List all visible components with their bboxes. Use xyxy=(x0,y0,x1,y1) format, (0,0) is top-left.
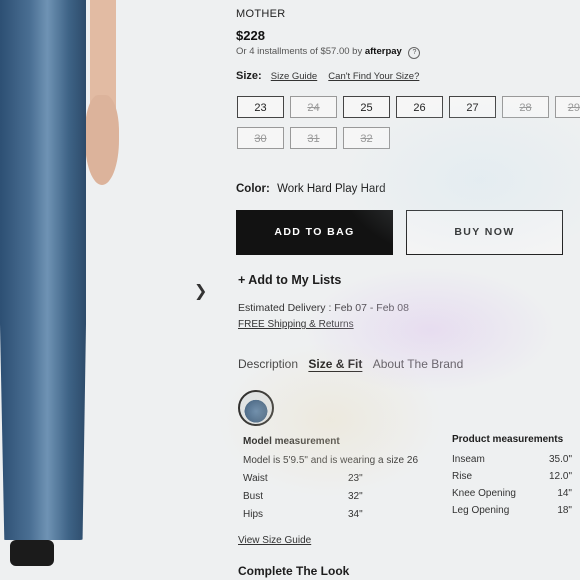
product-image[interactable] xyxy=(0,0,150,580)
info-icon[interactable]: ? xyxy=(408,47,421,59)
add-to-lists-button[interactable]: + Add to My Lists xyxy=(238,273,341,287)
size-header: Size: Size Guide Can't Find Your Size? xyxy=(236,70,427,82)
product-tabs: Description Size & Fit About The Brand xyxy=(238,357,470,371)
size-option[interactable]: 24 xyxy=(290,96,337,118)
free-shipping-link[interactable]: FREE Shipping & Returns xyxy=(238,319,354,330)
size-option[interactable]: 23 xyxy=(237,96,284,118)
model-hand xyxy=(85,95,119,185)
product-row-inseam: Inseam 35.0" xyxy=(452,454,572,465)
size-option[interactable]: 25 xyxy=(343,96,390,118)
installments-text: Or 4 installments of $57.00 by afterpay … xyxy=(236,46,421,59)
model-row-hips: Hips 34" xyxy=(243,509,363,520)
jeans-leg xyxy=(0,0,86,540)
view-size-guide-link[interactable]: View Size Guide xyxy=(238,535,311,546)
model-row-bust: Bust 32" xyxy=(243,491,363,502)
model-shoe xyxy=(10,540,54,566)
size-option[interactable]: 28 xyxy=(502,96,549,118)
size-option[interactable]: 30 xyxy=(237,127,284,149)
color-row: Color: Work Hard Play Hard xyxy=(236,183,386,195)
model-thumbnail[interactable] xyxy=(238,390,274,426)
add-to-bag-button[interactable]: ADD TO BAG xyxy=(236,210,393,255)
chevron-right-icon[interactable]: ❯ xyxy=(194,281,207,301)
size-option[interactable]: 32 xyxy=(343,127,390,149)
size-option[interactable]: 27 xyxy=(449,96,496,118)
size-guide-link[interactable]: Size Guide xyxy=(271,71,317,82)
model-arm xyxy=(90,0,116,110)
afterpay-logo: afterpay xyxy=(364,46,402,57)
cant-find-size-link[interactable]: Can't Find Your Size? xyxy=(328,71,419,82)
color-label: Color: xyxy=(236,183,270,195)
product-row-rise: Rise 12.0" xyxy=(452,471,572,482)
complete-the-look-heading: Complete The Look xyxy=(238,564,350,578)
brand-name[interactable]: MOTHER xyxy=(236,8,285,20)
color-value: Work Hard Play Hard xyxy=(277,183,386,195)
tab-description[interactable]: Description xyxy=(238,357,298,371)
size-option[interactable]: 29 xyxy=(555,96,580,118)
estimated-delivery: Estimated Delivery : Feb 07 - Feb 08 xyxy=(238,302,409,314)
buy-now-button[interactable]: BUY NOW xyxy=(406,210,563,255)
size-label: Size: xyxy=(236,70,262,82)
tab-size-fit[interactable]: Size & Fit xyxy=(308,357,362,371)
product-measurement-heading: Product measurements xyxy=(452,434,564,445)
size-option[interactable]: 31 xyxy=(290,127,337,149)
model-description: Model is 5'9.5" and is wearing a size 26 xyxy=(243,455,418,466)
product-row-leg: Leg Opening 18" xyxy=(452,505,572,516)
size-option[interactable]: 26 xyxy=(396,96,443,118)
product-row-knee: Knee Opening 14" xyxy=(452,488,572,499)
installments-label: Or 4 installments of $57.00 by xyxy=(236,46,363,57)
model-measurement-heading: Model measurement xyxy=(243,436,340,447)
product-price: $228 xyxy=(236,28,265,43)
model-row-waist: Waist 23" xyxy=(243,473,363,484)
tab-about-brand[interactable]: About The Brand xyxy=(373,357,464,371)
